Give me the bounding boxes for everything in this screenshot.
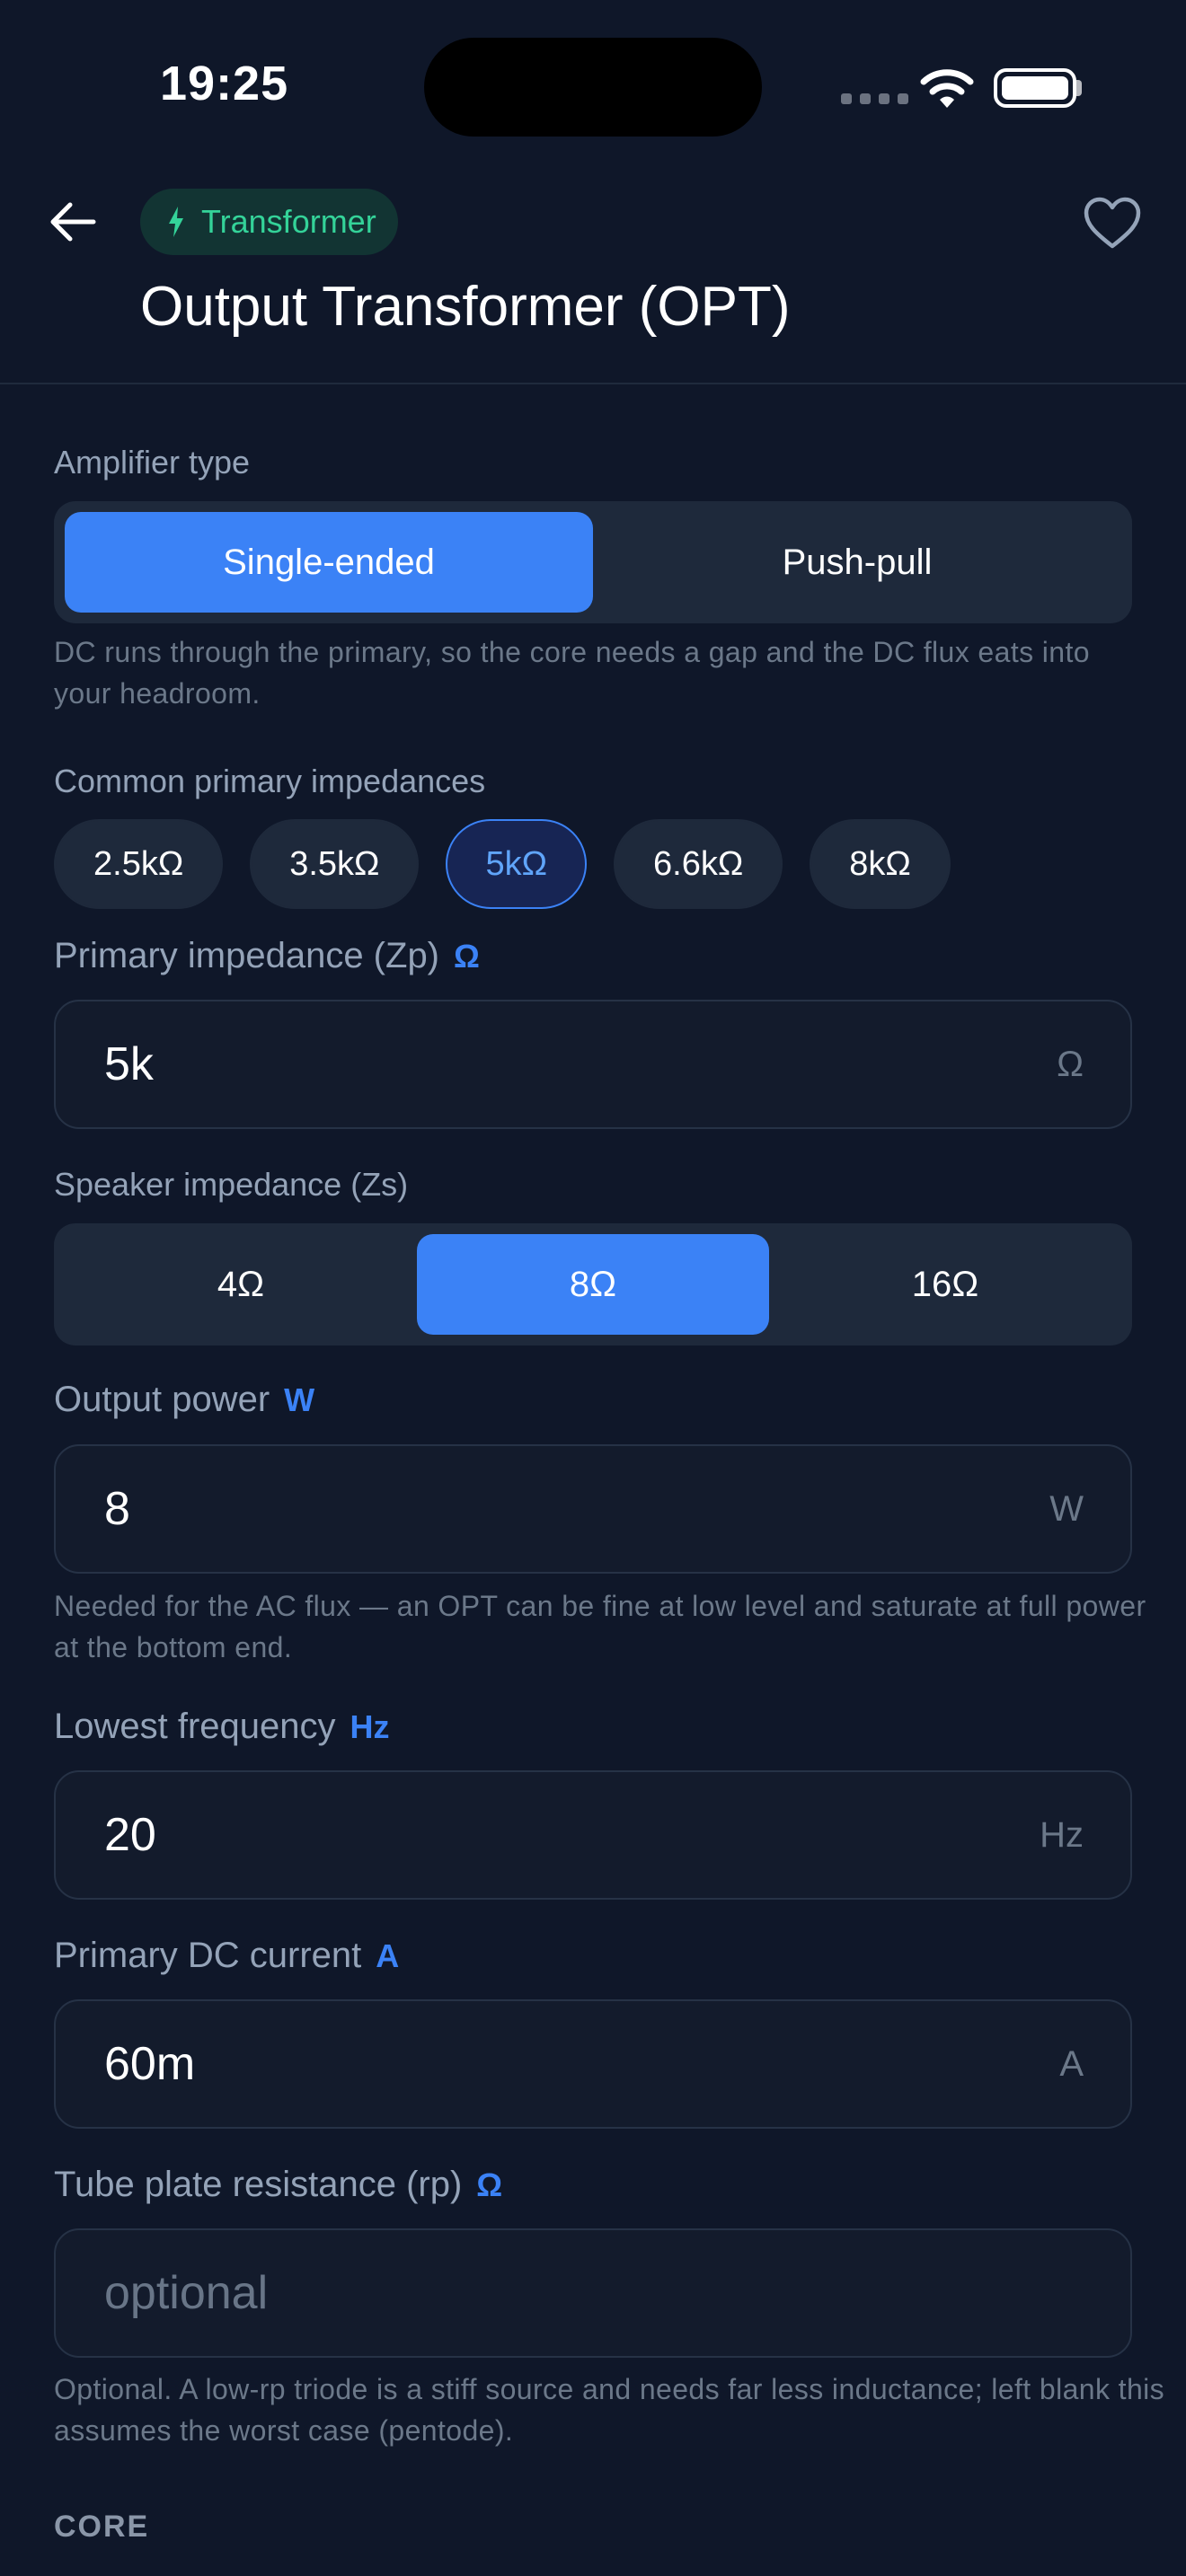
output-power-help: Needed for the AC flux — an OPT can be f… (54, 1590, 1146, 1663)
category-chip-label: Transformer (201, 203, 376, 240)
impedance-presets: 2.5kΩ 3.5kΩ 5kΩ 6.6kΩ 8kΩ (54, 819, 951, 909)
output-power-input[interactable]: 8 W (54, 1444, 1132, 1574)
presets-label: Common primary impedances (54, 763, 486, 799)
status-time: 19:25 (160, 57, 289, 110)
battery-icon (994, 68, 1076, 108)
speaker-impedance-16[interactable]: 16Ω (769, 1234, 1121, 1335)
speaker-impedance-8[interactable]: 8Ω (417, 1234, 769, 1335)
lowest-frequency-unit-tag: Hz (350, 1707, 390, 1745)
primary-impedance-label-text: Primary impedance (Zp) (54, 936, 440, 975)
header-divider (0, 383, 1186, 384)
output-power-value: 8 (104, 1483, 130, 1535)
battery-cap (1076, 80, 1082, 96)
output-power-label: Output power W (54, 1380, 314, 1420)
primary-dc-current-label-text: Primary DC current (54, 1936, 362, 1975)
plate-resistance-label: Tube plate resistance (rp) Ω (54, 2165, 502, 2205)
plate-resistance-label-text: Tube plate resistance (rp) (54, 2165, 463, 2204)
preset-2-5k[interactable]: 2.5kΩ (54, 819, 224, 909)
lowest-frequency-suffix: Hz (1040, 1814, 1084, 1855)
back-arrow-icon[interactable] (45, 194, 101, 250)
output-power-suffix: W (1049, 1488, 1084, 1529)
lowest-frequency-input[interactable]: 20 Hz (54, 1770, 1132, 1900)
lowest-frequency-label-text: Lowest frequency (54, 1707, 336, 1746)
primary-impedance-unit-tag: Ω (454, 937, 480, 975)
preset-8k[interactable]: 8kΩ (810, 819, 951, 909)
primary-dc-current-suffix: A (1059, 2043, 1084, 2084)
preset-6-6k[interactable]: 6.6kΩ (614, 819, 783, 909)
bolt-icon (169, 207, 183, 237)
preset-5k[interactable]: 5kΩ (446, 819, 588, 909)
preset-3-5k[interactable]: 3.5kΩ (250, 819, 420, 909)
category-chip: Transformer (140, 189, 398, 255)
plate-resistance-help: Optional. A low-rp triode is a stiff sou… (54, 2373, 1165, 2447)
primary-dc-current-value: 60m (104, 2038, 196, 2090)
amplifier-type-single-ended[interactable]: Single-ended (65, 512, 593, 613)
speaker-impedance-label: Speaker impedance (Zs) (54, 1166, 409, 1203)
amplifier-type-label: Amplifier type (54, 444, 251, 481)
lowest-frequency-label: Lowest frequency Hz (54, 1707, 390, 1747)
speaker-impedance-4[interactable]: 4Ω (65, 1234, 417, 1335)
amplifier-type-selector: Single-ended Push-pull (54, 501, 1132, 623)
core-section-heading: CORE (54, 2510, 150, 2544)
output-power-label-text: Output power (54, 1380, 270, 1419)
primary-impedance-label: Primary impedance (Zp) Ω (54, 936, 480, 976)
favorite-heart-icon[interactable] (1082, 196, 1143, 251)
amplifier-type-help: DC runs through the primary, so the core… (54, 636, 1090, 710)
primary-impedance-value: 5k (104, 1038, 154, 1090)
plate-resistance-unit-tag: Ω (476, 2166, 503, 2203)
output-power-unit-tag: W (284, 1381, 315, 1418)
page-title: Output Transformer (OPT) (140, 276, 791, 338)
plate-resistance-input[interactable]: optional (54, 2228, 1132, 2358)
amplifier-type-push-pull[interactable]: Push-pull (593, 512, 1121, 613)
plate-resistance-placeholder: optional (104, 2267, 269, 2319)
primary-dc-current-label: Primary DC current A (54, 1936, 399, 1976)
lowest-frequency-value: 20 (104, 1809, 156, 1861)
cellular-signal-icon (841, 93, 908, 104)
wifi-icon (920, 69, 974, 108)
primary-dc-current-unit-tag: A (376, 1936, 400, 1974)
dynamic-island (424, 38, 762, 137)
primary-impedance-suffix: Ω (1057, 1044, 1084, 1084)
speaker-impedance-selector: 4Ω 8Ω 16Ω (54, 1223, 1132, 1345)
primary-dc-current-input[interactable]: 60m A (54, 1999, 1132, 2129)
primary-impedance-input[interactable]: 5k Ω (54, 1000, 1132, 1129)
